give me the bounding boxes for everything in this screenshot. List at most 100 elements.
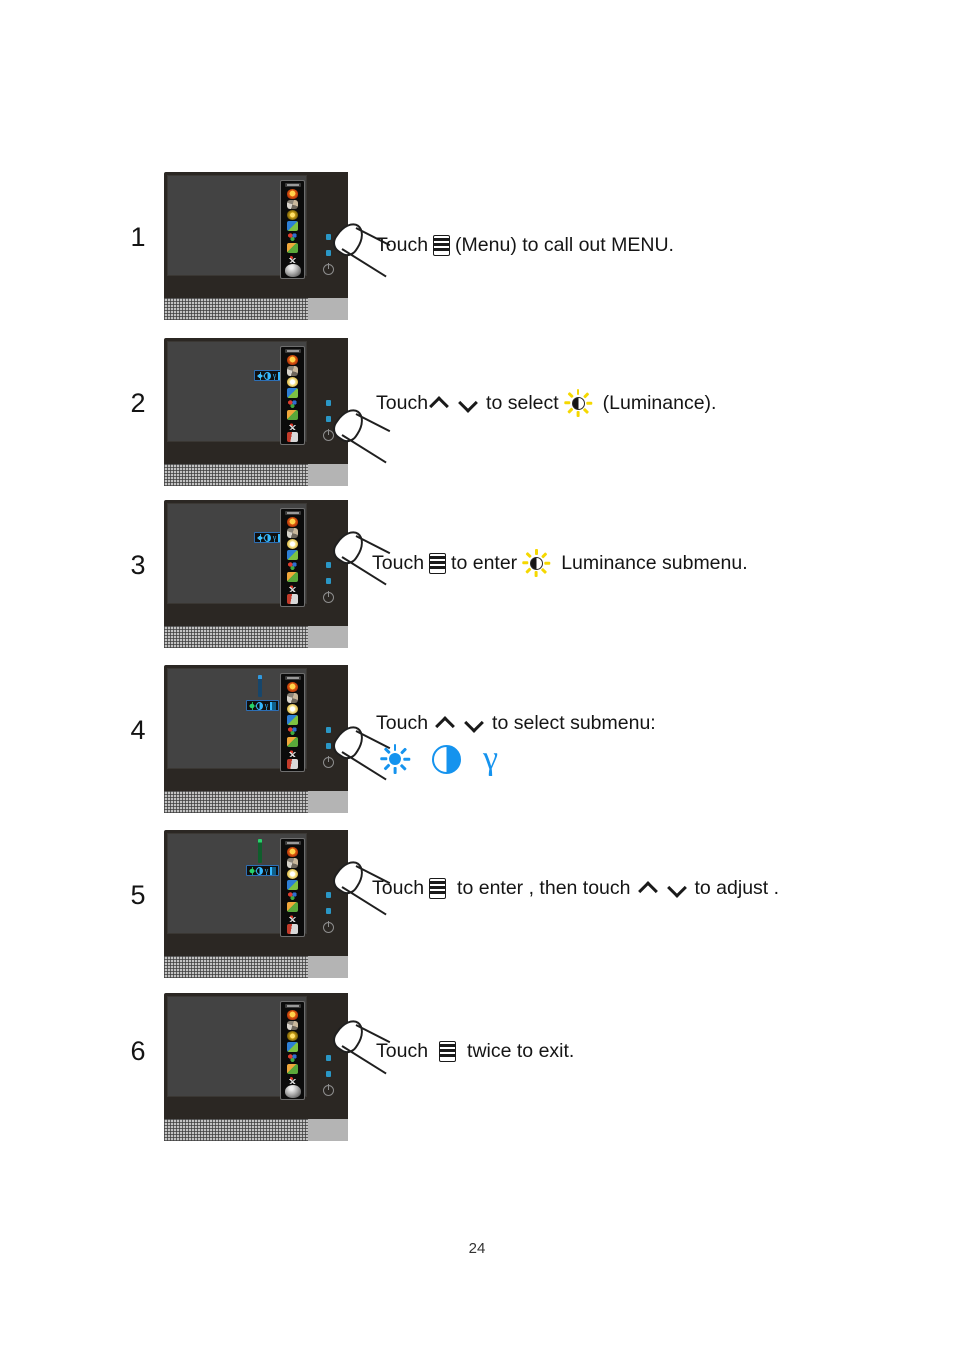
chevron-down-icon bbox=[669, 880, 686, 897]
power-button-icon[interactable] bbox=[323, 263, 334, 275]
instruction-text-a: Touch bbox=[376, 234, 429, 256]
luminance-icon bbox=[563, 388, 593, 418]
osd-luminance-icon bbox=[287, 682, 298, 692]
instruction-text-a: Touch bbox=[372, 877, 425, 899]
monitor-body: γ bbox=[164, 830, 348, 948]
bezel-up-button[interactable] bbox=[326, 234, 331, 240]
monitor-screen bbox=[167, 175, 307, 279]
osd-title-bar bbox=[284, 676, 301, 680]
chevron-up-icon bbox=[431, 395, 448, 412]
step-6-instruction: Touch twice to exit. bbox=[376, 1039, 574, 1063]
osd-sub-gamma-icon: γ bbox=[264, 700, 269, 710]
osd-image-setup-icon bbox=[287, 1020, 298, 1031]
instruction-text-a: Touch bbox=[376, 712, 429, 734]
manual-page: 1 Touch (Menu) to call out MENU. 2 γ Tou… bbox=[0, 0, 954, 1350]
bezel-up-button[interactable] bbox=[326, 562, 331, 568]
osd-sub-contrast-icon bbox=[263, 371, 271, 380]
finger-line-lower bbox=[341, 434, 387, 464]
osd-exit-icon bbox=[287, 594, 298, 604]
osd-value-slider bbox=[258, 839, 262, 863]
monitor-right-bezel bbox=[310, 830, 348, 948]
bezel-down-button[interactable] bbox=[326, 743, 331, 749]
monitor-body bbox=[164, 993, 348, 1111]
osd-picture-boost-icon bbox=[287, 1042, 298, 1052]
osd-color-setup-icon-selected bbox=[287, 869, 298, 879]
monitor-neck bbox=[164, 948, 348, 956]
osd-color-setup-icon bbox=[287, 1031, 298, 1042]
osd-exit-icon bbox=[287, 432, 298, 442]
chevron-up-icon bbox=[640, 880, 657, 897]
osd-image-setup-icon bbox=[287, 366, 298, 376]
step-number: 5 bbox=[130, 880, 146, 910]
power-button-icon[interactable] bbox=[323, 921, 334, 933]
monitor-right-bezel bbox=[310, 993, 348, 1111]
osd-setup-icon bbox=[287, 891, 298, 901]
osd-image-setup-icon bbox=[287, 528, 298, 538]
osd-title-bar bbox=[284, 183, 301, 187]
step-number: 4 bbox=[130, 715, 146, 745]
osd-sub-contrast-icon bbox=[263, 533, 271, 542]
bezel-up-button[interactable] bbox=[326, 1055, 331, 1061]
osd-color-setup-icon bbox=[287, 210, 298, 221]
power-button-icon[interactable] bbox=[323, 756, 334, 768]
power-button-icon[interactable] bbox=[323, 429, 334, 441]
bezel-up-button[interactable] bbox=[326, 892, 331, 898]
bezel-down-button[interactable] bbox=[326, 416, 331, 422]
instruction-text-a: Touch bbox=[376, 1040, 429, 1062]
menu-button-icon bbox=[429, 552, 447, 574]
power-button-icon[interactable] bbox=[323, 1084, 334, 1096]
bezel-up-button[interactable] bbox=[326, 727, 331, 733]
power-button-icon[interactable] bbox=[323, 591, 334, 603]
brightness-icon bbox=[379, 744, 410, 774]
step-number: 3 bbox=[130, 550, 146, 580]
osd-picture-mode-icon bbox=[287, 902, 298, 912]
monitor-base-side bbox=[308, 791, 348, 813]
monitor-right-bezel bbox=[310, 500, 348, 618]
osd-main-menu bbox=[280, 346, 305, 445]
instruction-text-c: to adjust . bbox=[694, 877, 780, 899]
osd-extra-icon bbox=[287, 748, 298, 758]
osd-image-setup-icon bbox=[287, 858, 298, 868]
bezel-up-button[interactable] bbox=[326, 400, 331, 406]
osd-sub-level-icon bbox=[270, 866, 276, 875]
bezel-down-button[interactable] bbox=[326, 1071, 331, 1077]
osd-luminance-submenu-bar: γ bbox=[246, 700, 279, 711]
monitor-neck bbox=[164, 1111, 348, 1119]
monitor-screen: γ bbox=[167, 503, 307, 607]
monitor-base-side bbox=[308, 1119, 348, 1141]
bezel-down-button[interactable] bbox=[326, 908, 331, 914]
osd-main-menu bbox=[280, 508, 305, 607]
monitor-illustration-step-4: γ bbox=[164, 665, 348, 813]
monitor-base-grill bbox=[164, 464, 308, 486]
osd-luminance-submenu-bar: γ bbox=[246, 865, 279, 876]
osd-exit-icon bbox=[287, 759, 298, 769]
osd-picture-boost-icon bbox=[287, 221, 298, 231]
monitor-illustration-step-5: γ bbox=[164, 830, 348, 978]
osd-extra-icon bbox=[287, 583, 298, 593]
step-1-instruction: Touch (Menu) to call out MENU. bbox=[376, 233, 674, 257]
osd-luminance-icon bbox=[287, 355, 298, 365]
monitor-illustration-step-1 bbox=[164, 172, 348, 320]
menu-button-icon bbox=[429, 877, 447, 899]
chevron-up-icon bbox=[437, 715, 454, 732]
instruction-text-b: to enter , then touch bbox=[457, 877, 631, 899]
osd-exit-icon bbox=[287, 924, 298, 934]
osd-setup-icon bbox=[287, 231, 298, 242]
bezel-down-button[interactable] bbox=[326, 250, 331, 256]
monitor-base-grill bbox=[164, 791, 308, 813]
osd-sub-gamma-icon: γ bbox=[272, 532, 277, 542]
bezel-down-button[interactable] bbox=[326, 578, 331, 584]
osd-extra-icon bbox=[287, 1074, 298, 1085]
osd-picture-boost-icon bbox=[287, 880, 298, 890]
monitor-illustration-step-3: γ bbox=[164, 500, 348, 648]
monitor-screen: γ bbox=[167, 341, 307, 445]
instruction-text-b: to select bbox=[486, 391, 559, 414]
contrast-icon bbox=[432, 744, 461, 774]
monitor-screen bbox=[167, 996, 307, 1100]
monitor-base-side bbox=[308, 298, 348, 320]
osd-sub-contrast-icon bbox=[255, 701, 263, 710]
instruction-text-c: Luminance submenu. bbox=[561, 551, 748, 574]
monitor-body bbox=[164, 172, 348, 290]
osd-image-setup-icon bbox=[287, 199, 298, 210]
instruction-text-b: to select submenu: bbox=[492, 712, 656, 734]
